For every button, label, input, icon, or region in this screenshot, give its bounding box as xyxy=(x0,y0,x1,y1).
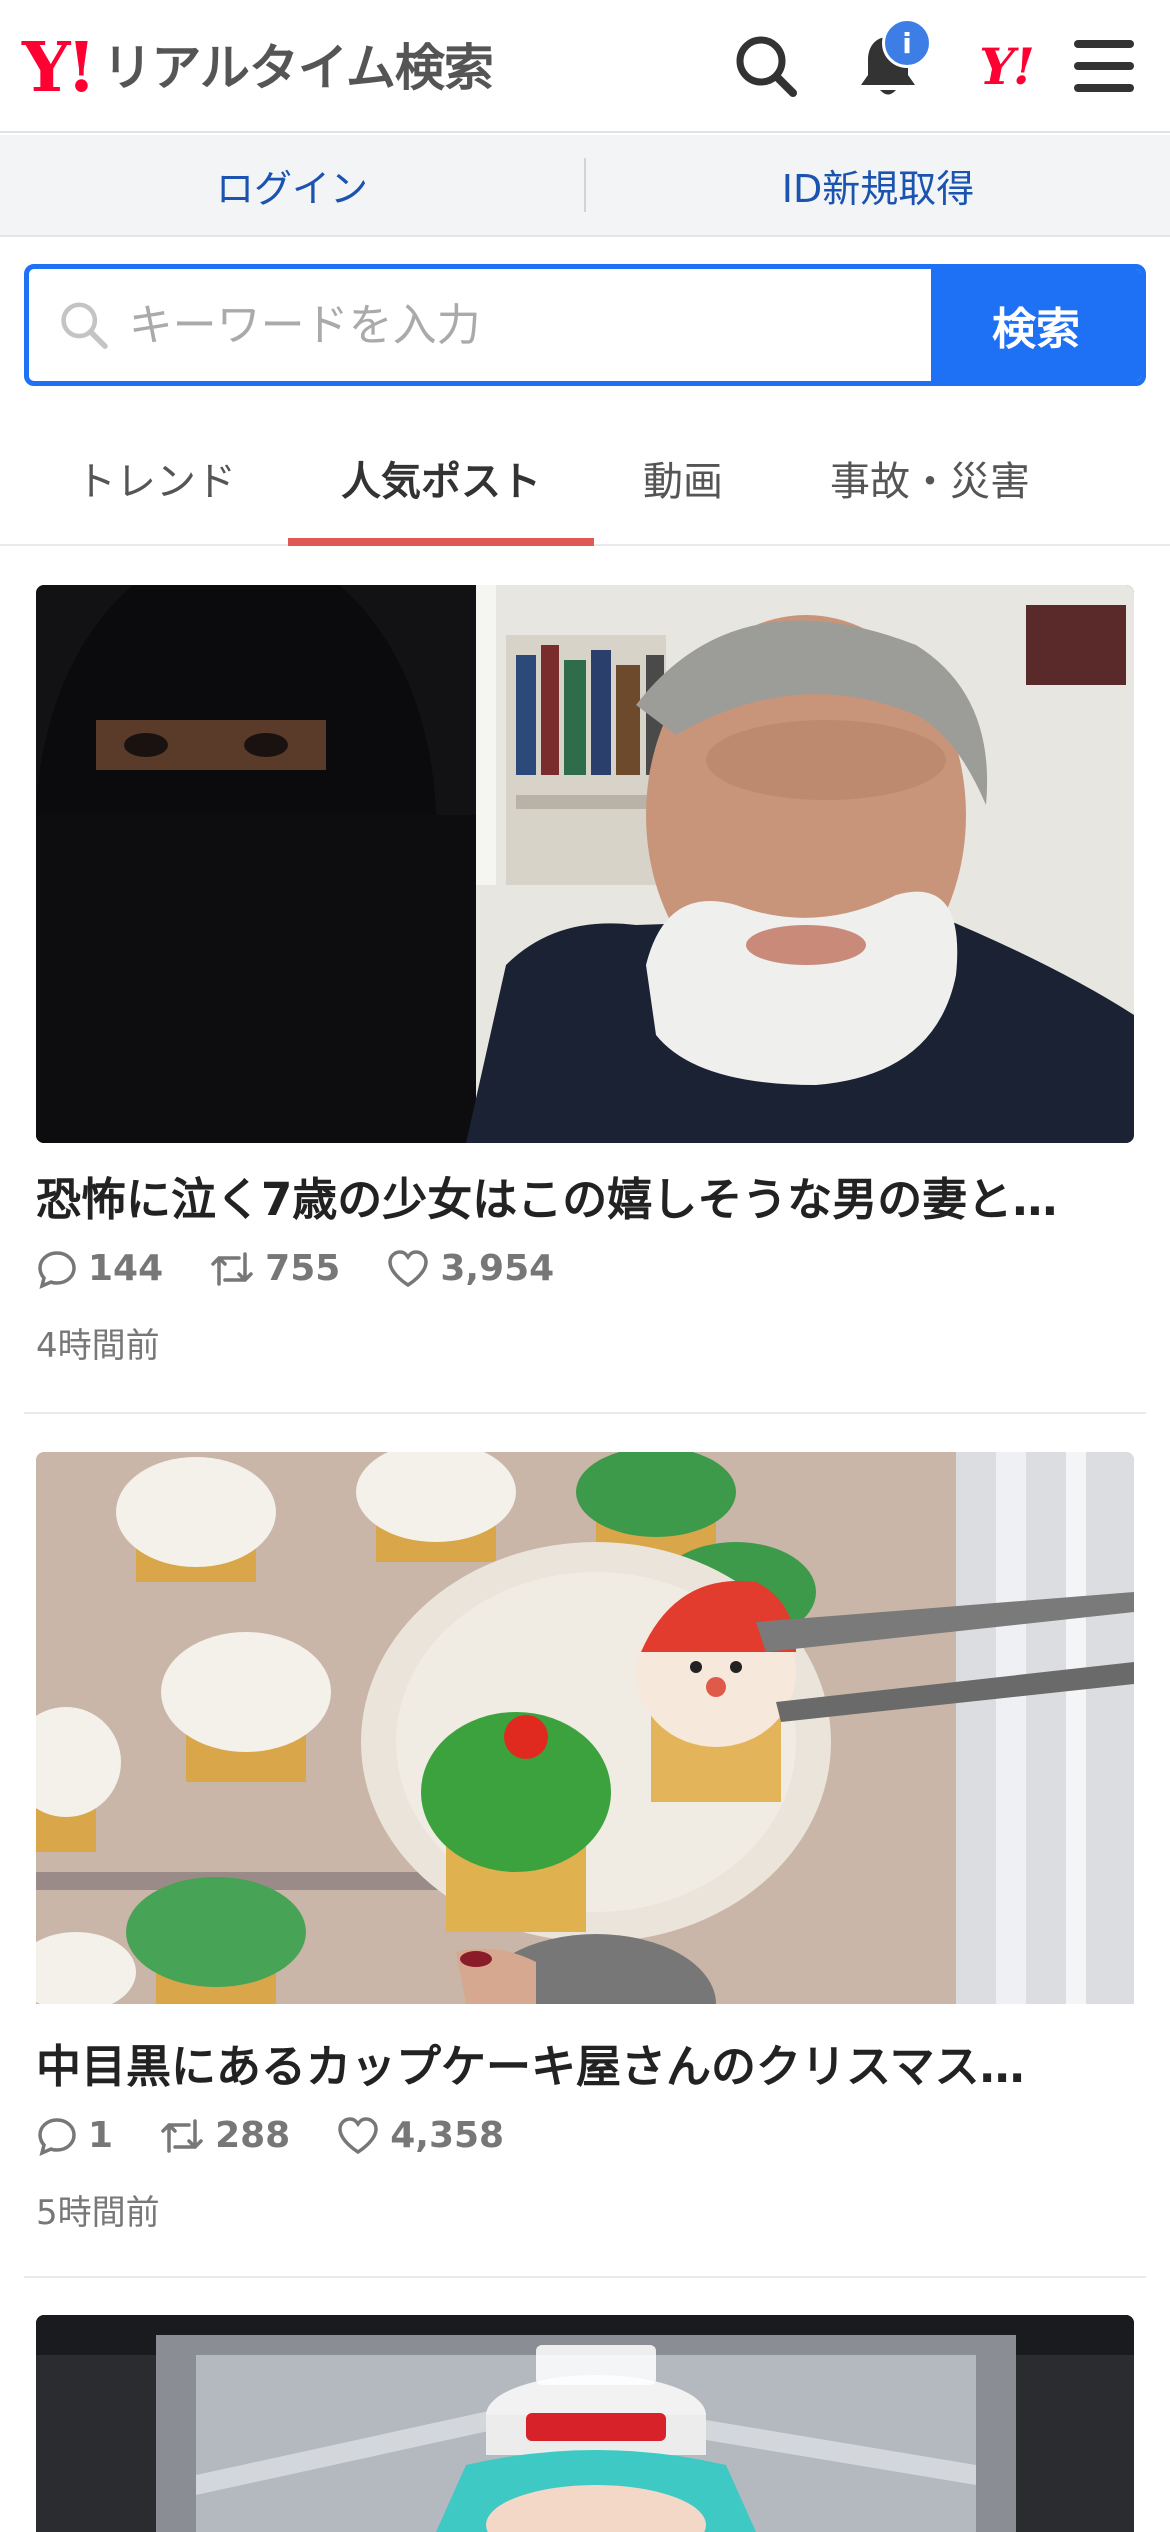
search-field xyxy=(29,269,931,381)
category-tabs: トレンド 人気ポスト 動画 事故・災害 xyxy=(0,410,1170,546)
post-title[interactable]: 恐怖に泣く7歳の少女はこの嬉しそうな男の妻と… xyxy=(36,1171,1134,1230)
post-title[interactable]: 中目黒にあるカップケーキ屋さんのクリスマス… xyxy=(36,2038,1134,2097)
repost-count-value: 755 xyxy=(265,1248,341,1289)
like-count[interactable]: 3,954 xyxy=(386,1248,554,1289)
repost-count[interactable]: 288 xyxy=(159,2115,290,2157)
search-button[interactable]: 検索 xyxy=(931,269,1141,381)
like-count[interactable]: 4,358 xyxy=(336,2115,504,2156)
yahoo-realtime-logo[interactable]: Y! リアルタイム検索 xyxy=(22,28,494,108)
tab-trend[interactable]: トレンド xyxy=(36,410,276,546)
app-header: Y! リアルタイム検索 i Y! xyxy=(0,0,1170,133)
login-link[interactable]: ログイン xyxy=(0,158,584,213)
repost-count[interactable]: 755 xyxy=(209,1248,340,1290)
yahoo-logo-mark: Y! xyxy=(22,28,96,108)
heart-icon xyxy=(388,1249,429,1287)
search-input[interactable] xyxy=(128,299,931,351)
repost-icon xyxy=(211,1251,253,1286)
reply-icon xyxy=(38,1250,76,1289)
login-bar: ログイン ID新規取得 xyxy=(0,135,1170,237)
reply-icon xyxy=(38,2117,76,2156)
post-card[interactable]: 中目黒にあるカップケーキ屋さんのクリスマス… 1 288 4,358 5時間前 xyxy=(36,1452,1134,2234)
heart-icon xyxy=(338,2116,378,2154)
signup-link[interactable]: ID新規取得 xyxy=(586,158,1170,213)
logo-title: リアルタイム検索 xyxy=(102,39,493,97)
post-card[interactable] xyxy=(36,2315,1134,2532)
post-image[interactable] xyxy=(36,1452,1134,2010)
post-divider xyxy=(24,2276,1146,2278)
like-count-value: 3,954 xyxy=(440,1248,555,1289)
post-time: 4時間前 xyxy=(36,1325,160,1366)
post-stats: 1 288 4,358 xyxy=(36,2115,1134,2157)
tab-video[interactable]: 動画 xyxy=(606,410,760,546)
post-divider xyxy=(24,1412,1146,1414)
search-form: 検索 xyxy=(24,264,1146,386)
post-image[interactable] xyxy=(36,585,1134,1143)
search-icon[interactable] xyxy=(726,26,806,106)
reply-count-value: 144 xyxy=(88,1248,164,1289)
tab-popular-posts[interactable]: 人気ポスト xyxy=(288,410,594,546)
post-time: 5時間前 xyxy=(36,2192,160,2233)
reply-count[interactable]: 144 xyxy=(36,1248,163,1290)
active-tab-indicator xyxy=(288,538,594,546)
like-count-value: 4,358 xyxy=(390,2115,505,2156)
post-card[interactable]: 恐怖に泣く7歳の少女はこの嬉しそうな男の妻と… 144 755 3,954 4時… xyxy=(36,585,1134,1367)
notification-bell-icon[interactable]: i xyxy=(848,18,932,106)
repost-count-value: 288 xyxy=(215,2115,291,2156)
reply-count[interactable]: 1 xyxy=(36,2115,113,2157)
post-image[interactable] xyxy=(36,2315,1134,2532)
reply-count-value: 1 xyxy=(88,2115,114,2156)
notification-badge: i xyxy=(882,18,932,68)
search-field-icon xyxy=(61,302,108,349)
yahoo-mini-logo: Y! xyxy=(979,36,1035,96)
menu-icon[interactable] xyxy=(1064,26,1144,106)
tab-accident-disaster[interactable]: 事故・災害 xyxy=(790,410,1070,546)
post-stats: 144 755 3,954 xyxy=(36,1248,1134,1290)
yahoo-top-link[interactable]: Y! xyxy=(966,26,1046,106)
repost-icon xyxy=(161,2118,203,2153)
